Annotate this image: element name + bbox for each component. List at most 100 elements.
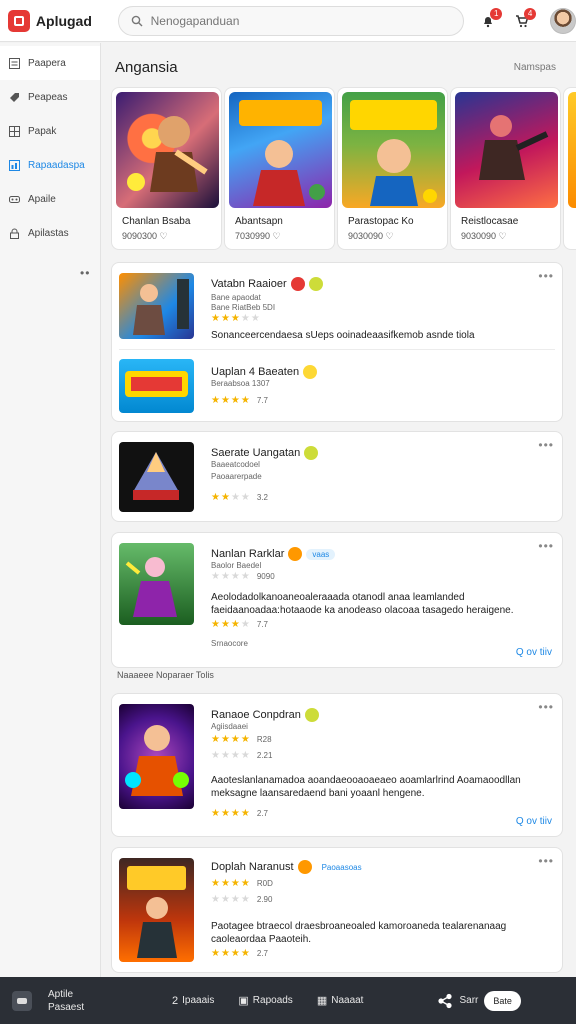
main-content: Angansia Namspas Chanlan Bsaba 9090300 ♡… [101,43,576,977]
app-logo-small[interactable] [12,990,32,1011]
cart-button[interactable]: 4 [512,7,537,31]
game-card[interactable]: Abantsapn 7030990 ♡ [224,87,335,250]
app-card[interactable]: ••• Doplah Naranust Paoaasoas ★★★★ R0D ★★★… [111,847,563,973]
list-item[interactable]: Uaplan 4 Baeaten Beraabsoa 1307 ★★★★ 7.7 [119,359,559,413]
bottom-bar: Aptile Pasaest 2 Ipaaais ▣ Rapoads ▦ Naaaat… [0,977,576,1024]
list-item[interactable]: Nanlan Rarklar vaas Baolor Baedel ★★★★ 909… [119,543,559,659]
list-item[interactable]: Doplah Naranust Paoaasoas ★★★★ R0D ★★★★ 2.9… [119,858,559,968]
game-meta: 9030090 ♡ [461,231,507,241]
list-item[interactable]: Ranaoe Conpdran Agiisdaaei ★★★★ R28 ★★★★ 2… [119,704,559,824]
game-art [229,92,332,208]
sidebar-more-button[interactable]: •• [80,266,100,280]
sidebar: Paapera Peapeas Papak Rapaadaspa Apaile … [0,43,101,977]
app-thumbnail [119,858,194,962]
list-item[interactable]: Saerate Uangatan Baaeatcodoel Paoaarerpa… [119,442,559,512]
badge-icon [297,860,312,874]
app-description: Sonanceercendaesa sUeps ooinadeaasifkemo… [211,330,475,341]
bottom-brand-line1: Aptile [48,988,74,1000]
app-title: Saerate Uangatan [211,446,319,460]
app-subtitle: Baaeatcodoel [211,460,260,469]
app-card[interactable]: ••• Vatabn Raaioer Bane apaodat Bane Ria… [111,262,563,422]
sidebar-item-label: Papak [28,125,57,137]
notification-badge: 1 [490,7,503,20]
sidebar-item-1[interactable]: Peapeas [0,80,100,114]
sidebar-item-5[interactable]: Apilastas [0,216,100,250]
star-rating: ★★★★ R28 [211,734,272,745]
star-rating: ★★★★ 7.7 [211,619,268,630]
app-card[interactable]: ••• Ranaoe Conpdran Agiisdaaei ★★★★ R28 ★… [111,693,563,837]
badge-icon [308,277,323,291]
brand-name: Aplugad [35,12,92,29]
bottom-nav-item[interactable]: ▦ Naaaat [317,994,364,1007]
app-thumbnail [119,704,194,809]
search-bar[interactable] [117,5,465,36]
list-item[interactable]: Vatabn Raaioer Bane apaodat Bane RiatBeb… [119,273,559,341]
featured-carousel: Chanlan Bsaba 9090300 ♡ Abantsapn 703099… [111,87,576,251]
app-card[interactable]: ••• Saerate Uangatan Baaeatcodoel Paoaar… [111,431,563,522]
bottom-nav-item[interactable]: ▣ Rapoads [238,994,292,1007]
app-subtitle: Bane apaodat [211,293,261,302]
nav-icon: ▦ [316,995,328,1007]
star-rating: ★★★★ 9090 [211,571,275,582]
gamepad-icon [17,997,27,1004]
game-meta: 7030990 ♡ [235,231,281,241]
nav-label: Rapoads [252,995,293,1006]
app-subtitle: Agiisdaaei [211,722,248,731]
avatar[interactable] [550,7,576,34]
see-more-link[interactable]: Namspas [514,62,556,73]
share-label: Sarr [459,995,479,1006]
app-logo[interactable] [8,9,30,32]
game-meta: 9030090 ♡ [348,231,394,241]
game-card[interactable]: Reistlocasae 9030090 ♡ [450,87,561,250]
emoji-icon [303,365,318,379]
chart-icon [8,159,20,171]
app-title: Ranaoe Conpdran [211,708,319,722]
share-icon [438,993,453,1008]
search-input[interactable] [150,13,441,28]
app-subtitle-2: Paoaarerpade [211,472,262,481]
sidebar-item-3[interactable]: Rapaadaspa [0,148,100,182]
game-card[interactable]: Chanlan Bsaba 9090300 ♡ [111,87,222,250]
sidebar-item-2[interactable]: Papak [0,114,100,148]
star-rating: ★★★★ 2.90 [211,894,273,905]
game-card-partial[interactable] [563,87,576,250]
game-art [568,92,576,208]
star-rating: ★★★★ 2.21 [211,750,273,761]
app-title: Uaplan 4 Baeaten [211,365,318,379]
game-name: Reistlocasae [461,216,519,227]
app-card[interactable]: ••• Nanlan Rarklar vaas Baolor Baedel ★★★… [111,532,563,668]
bottom-nav-item[interactable]: 2 Ipaaais [172,995,214,1007]
star-rating: ★★★★ R0D [211,878,273,889]
app-subtitle-2: Bane RiatBeb 5DI [211,303,276,312]
app-description: Paotagee btraecol draesbroaneoaled kamor… [211,921,507,945]
app-title: Vatabn Raaioer [211,277,323,291]
notification-button[interactable]: 1 [478,7,503,31]
section-label: Naaaeee Noparaer Tolis [117,670,214,680]
action-button[interactable]: Bate [484,990,521,1011]
badge-icon [304,446,319,460]
top-bar: Aplugad 1 4 [0,0,576,42]
card-link[interactable]: Q ov tiiv [516,647,552,658]
badge-icon [304,708,319,722]
app-title: Doplah Naranust Paoaasoas [211,860,368,874]
game-name: Chanlan Bsaba [122,216,191,227]
sidebar-item-label: Apaile [28,193,56,205]
badge-icon [288,547,303,561]
sidebar-item-0[interactable]: Paapera [0,46,100,80]
badge-icon [290,277,305,291]
sidebar-item-label: Paapera [28,57,66,69]
app-thumbnail [119,442,194,512]
star-rating: ★★★★ 2.7 [211,948,268,959]
tag-pill: Paoaasoas [321,862,362,872]
nav-icon: ▣ [238,995,249,1007]
app-title: Nanlan Rarklar vaas [211,547,336,561]
sidebar-item-4[interactable]: Apaile [0,182,100,216]
game-card[interactable]: Parastopac Ko 9030090 ♡ [337,87,448,250]
share-button[interactable]: Sarr [437,993,478,1009]
star-rating: ★★★★ 3.2 [211,492,268,503]
app-thumbnail [119,273,194,339]
sidebar-item-label: Rapaadaspa [28,159,85,171]
card-link[interactable]: Q ov tiiv [516,816,552,827]
sidebar-item-label: Apilastas [28,227,69,239]
app-description: Aaoteslanlanamadoa aoandaeooaoaeaeo aoam… [211,775,521,799]
